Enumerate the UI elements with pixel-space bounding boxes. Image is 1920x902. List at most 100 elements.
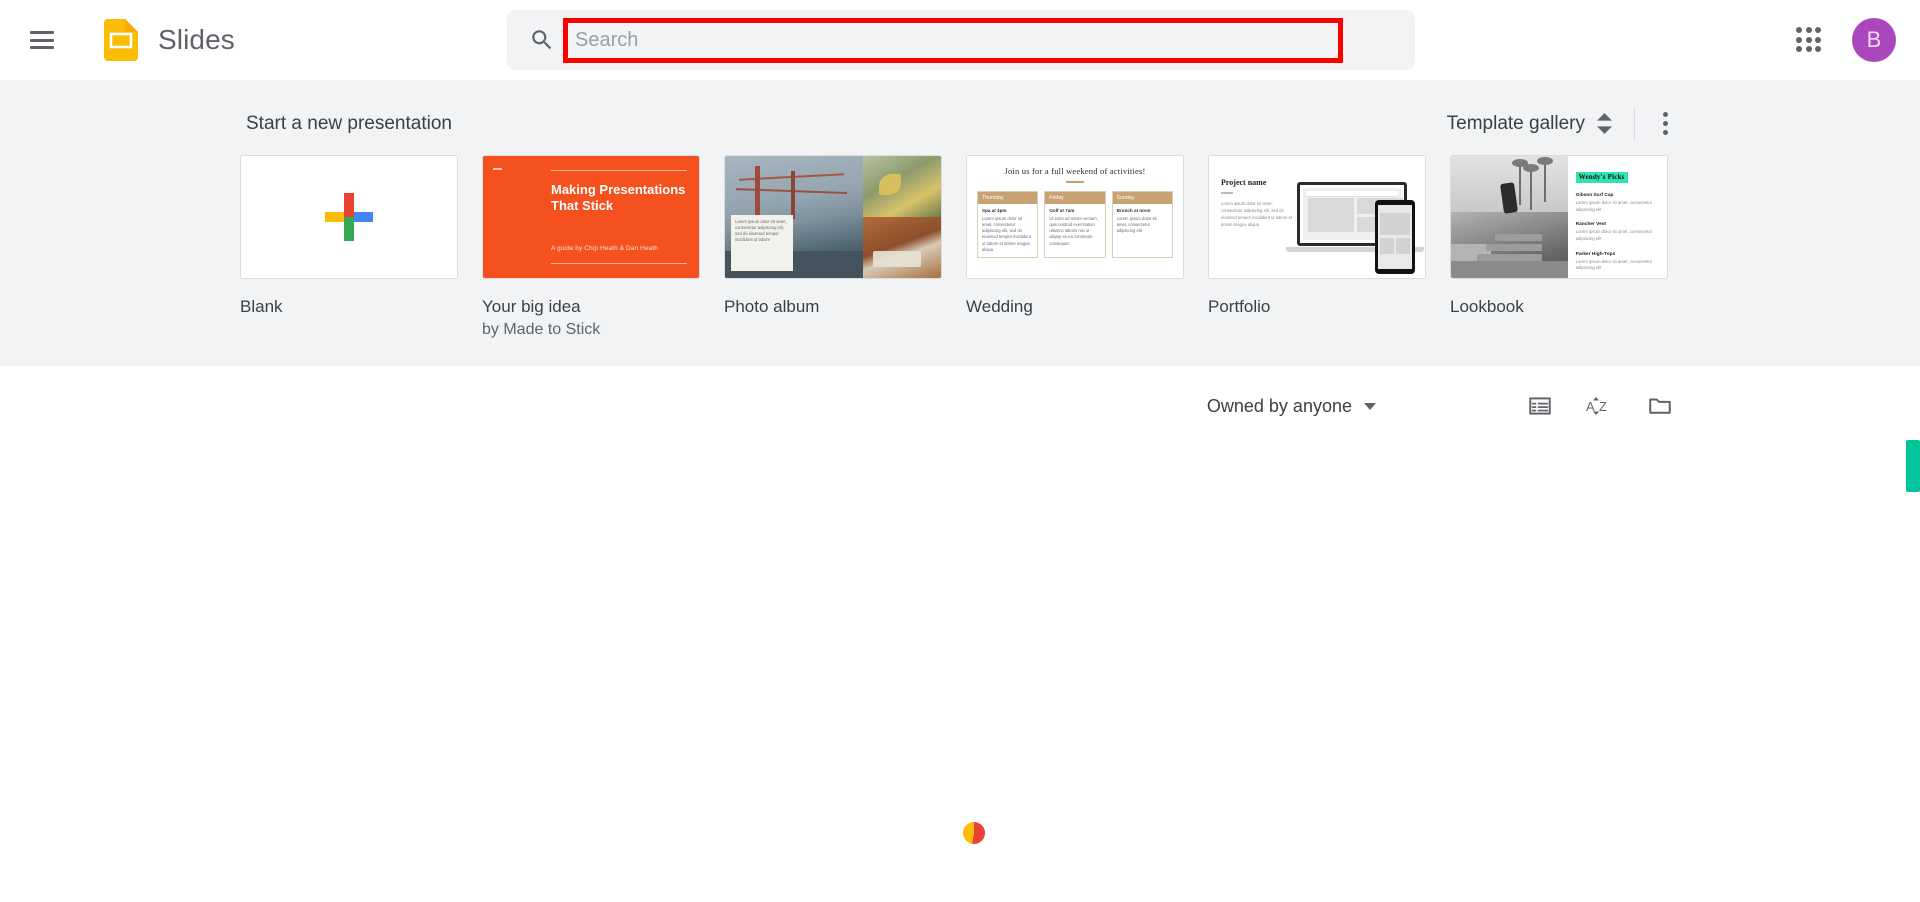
avatar[interactable]: B <box>1852 18 1896 62</box>
lookbook-item-desc: Lorem ipsum dolor sit amet, consectetur … <box>1575 200 1653 212</box>
scroll-thumb[interactable] <box>1906 440 1920 492</box>
wedding-thumbnail[interactable]: Join us for a full weekend of activities… <box>966 155 1184 279</box>
files-section: Owned by anyone A Z <box>0 366 1920 902</box>
template-name: Blank <box>240 297 283 316</box>
hamburger-line <box>30 46 54 49</box>
slide-body-text: Lorem ipsum dolor sit amet, consectetur … <box>1221 201 1292 228</box>
template-name: Lookbook <box>1450 297 1524 316</box>
slide-caption: Lorem ipsum dolor sit amet, consectetur … <box>731 214 793 271</box>
loading-spinner-icon <box>963 822 985 844</box>
photo-table-image <box>863 217 941 278</box>
photo-side-images <box>863 156 941 278</box>
apps-grid-icon[interactable] <box>1794 25 1824 55</box>
app-header: Slides B <box>0 0 1920 80</box>
wedding-event-text: Ut enim ad minim veniam, quis nostrud ex… <box>1049 215 1098 246</box>
templates-header-actions: Template gallery <box>1447 106 1674 141</box>
wedding-event-title: Brunch at noon <box>1116 207 1151 213</box>
owner-filter-label: Owned by anyone <box>1206 395 1352 416</box>
template-name: Portfolio <box>1208 297 1271 316</box>
wedding-event-text: Lorem ipsum dolor sit amet, consectetur … <box>982 215 1031 252</box>
brand[interactable]: Slides <box>104 19 235 61</box>
template-card-your-big-idea[interactable]: Making Presentations That Stick A guide … <box>482 155 700 339</box>
hamburger-line <box>30 38 54 42</box>
kebab-dot <box>1663 130 1668 135</box>
lookbook-item-title: Parker High-Tops <box>1575 251 1616 257</box>
lookbook-item: Parker High-Tops Lorem ipsum dolor sit a… <box>1576 252 1659 272</box>
template-card-lookbook[interactable]: Wendy's Picks Gibson Surf Cap Lorem ipsu… <box>1450 155 1668 339</box>
apps-dot <box>1805 27 1812 33</box>
photo-bridge-image: Lorem ipsum dolor sit amet, consectetur … <box>725 156 864 278</box>
hamburger-line <box>30 31 54 34</box>
apps-dot <box>1796 46 1802 53</box>
lookbook-thumbnail[interactable]: Wendy's Picks Gibson Surf Cap Lorem ipsu… <box>1450 155 1668 279</box>
templates-section: Start a new presentation Template galler… <box>0 80 1920 366</box>
wedding-event-title: Golf at 7am <box>1049 207 1075 213</box>
template-card-portfolio[interactable]: Project name Lorem ipsum dolor sit amet,… <box>1208 155 1426 339</box>
wedding-day-column: Sunday Brunch at noon Lorem ipsum dolor … <box>1111 190 1173 259</box>
template-name: Your big idea <box>482 297 581 316</box>
search-field-holder <box>563 17 1343 63</box>
more-vert-icon[interactable] <box>1657 106 1674 141</box>
search-icon <box>529 27 555 53</box>
skateboarder-photo <box>1451 156 1568 278</box>
wedding-day-label: Friday <box>1045 191 1105 204</box>
kebab-dot <box>1663 121 1668 126</box>
files-toolbar: Owned by anyone A Z <box>246 392 1674 420</box>
apps-dot <box>1815 46 1822 53</box>
slides-logo-icon <box>104 19 138 61</box>
slide-rule-bottom <box>551 263 687 264</box>
lookbook-item-desc: Lorem ipsum dolor sit amet, consectetur … <box>1575 229 1653 241</box>
wedding-day-column: Thursday Spa at 4pm Lorem ipsum dolor si… <box>977 190 1039 259</box>
lookbook-item: Gibson Surf Cap Lorem ipsum dolor sit am… <box>1576 193 1659 213</box>
caret-down-icon <box>1364 402 1376 410</box>
your-big-idea-thumbnail[interactable]: Making Presentations That Stick A guide … <box>482 155 700 279</box>
template-gallery-button[interactable]: Template gallery <box>1447 113 1612 135</box>
chevron-up-down-icon <box>1597 113 1612 134</box>
photo-album-thumbnail[interactable]: Lorem ipsum dolor sit amet, consectetur … <box>724 155 942 279</box>
templates-section-title: Start a new presentation <box>246 112 452 134</box>
slide-title: Making Presentations That Stick <box>551 182 686 214</box>
apps-dot <box>1805 36 1812 43</box>
lookbook-item: Rancher Vest Lorem ipsum dolor sit amet,… <box>1576 222 1659 242</box>
slide-byline: A guide by Chip Heath & Dan Heath <box>551 245 659 252</box>
plus-icon <box>325 193 373 241</box>
search-bar[interactable] <box>507 10 1415 70</box>
folder-icon[interactable] <box>1646 392 1674 420</box>
slide-heading: Wendy's Picks <box>1575 171 1628 183</box>
template-card-photo-album[interactable]: Lorem ipsum dolor sit amet, consectetur … <box>724 155 942 339</box>
template-name: Photo album <box>724 297 820 316</box>
template-list: Blank Making Presentations That Stick A … <box>240 155 1668 339</box>
toolbar-divider <box>1634 106 1635 141</box>
apps-dot <box>1805 46 1812 53</box>
svg-text:Z: Z <box>1599 399 1607 414</box>
template-author: by Made to Stick <box>482 321 601 338</box>
wedding-event-text: Lorem ipsum dolor sit amet, consectetur … <box>1116 215 1157 234</box>
apps-dot <box>1815 27 1822 33</box>
apps-dot <box>1815 36 1822 43</box>
lookbook-item-desc: Lorem ipsum dolor sit amet, consectetur … <box>1575 258 1653 271</box>
templates-header: Start a new presentation Template galler… <box>246 106 1674 141</box>
hamburger-menu-icon[interactable] <box>30 31 54 49</box>
slide-accent-dash <box>1221 192 1233 194</box>
slide-accent-dash <box>493 168 502 170</box>
slide-accent-dash <box>1066 181 1084 183</box>
list-view-icon[interactable] <box>1526 392 1554 420</box>
portfolio-thumbnail[interactable]: Project name Lorem ipsum dolor sit amet,… <box>1208 155 1426 279</box>
header-right-actions: B <box>1794 0 1896 80</box>
template-card-blank[interactable]: Blank <box>240 155 458 339</box>
apps-dot <box>1796 27 1802 33</box>
slide-rule-top <box>551 170 687 171</box>
apps-dot <box>1796 36 1802 43</box>
blank-plus-thumbnail[interactable] <box>240 155 458 279</box>
lookbook-item-title: Rancher Vest <box>1575 222 1607 228</box>
slide-title: Join us for a full weekend of activities… <box>1004 166 1146 176</box>
wedding-day-label: Thursday <box>978 191 1038 204</box>
kebab-dot <box>1663 112 1668 117</box>
template-name: Wedding <box>966 297 1033 316</box>
app-title: Slides <box>158 24 235 55</box>
template-card-wedding[interactable]: Join us for a full weekend of activities… <box>966 155 1184 339</box>
search-input[interactable] <box>563 17 1343 63</box>
sort-az-icon[interactable]: A Z <box>1586 392 1614 420</box>
lookbook-item-title: Gibson Surf Cap <box>1575 193 1614 198</box>
owner-filter-dropdown[interactable]: Owned by anyone <box>1207 396 1376 417</box>
